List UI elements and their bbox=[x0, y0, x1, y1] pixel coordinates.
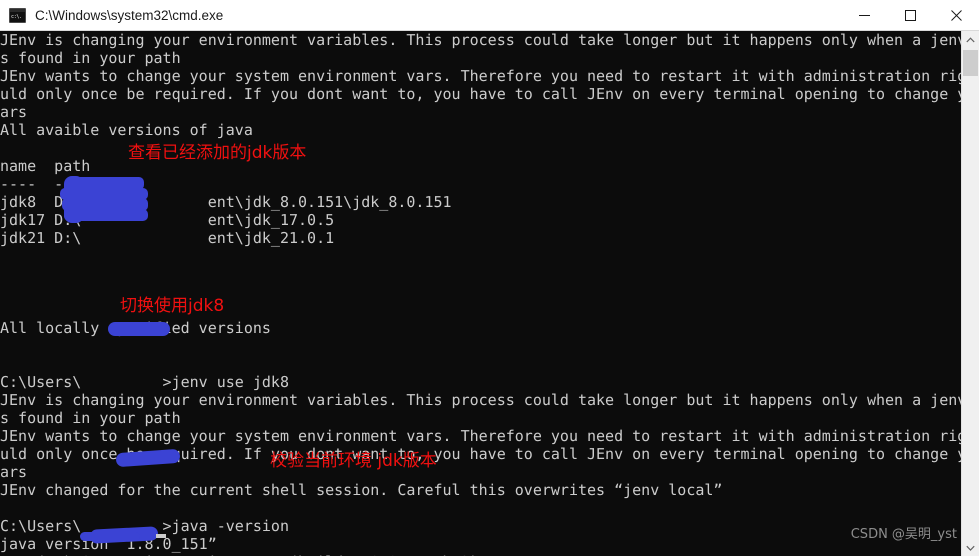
chevron-up-icon[interactable] bbox=[962, 31, 979, 48]
maximize-button[interactable] bbox=[887, 0, 933, 30]
console-cursor bbox=[156, 534, 166, 538]
annotation-view-added-jdk-versions: 查看已经添加的jdk版本 bbox=[128, 143, 307, 163]
csdn-watermark: CSDN @吴明_yst bbox=[850, 527, 957, 542]
chevron-down-icon[interactable] bbox=[962, 539, 979, 556]
annotation-verify-current-jdk-version: 校验当前环境 jdk版本 bbox=[270, 451, 437, 471]
vertical-scrollbar[interactable] bbox=[961, 31, 979, 556]
cmd-window: c:\. C:\Windows\system32\cmd.exe JEnv is… bbox=[0, 0, 979, 556]
scrollbar-thumb[interactable] bbox=[963, 50, 978, 76]
cmd-console-icon: c:\. bbox=[9, 7, 26, 23]
close-button[interactable] bbox=[933, 0, 979, 30]
console-output-area[interactable]: JEnv is changing your environment variab… bbox=[0, 31, 961, 556]
console-text: JEnv is changing your environment variab… bbox=[0, 31, 961, 556]
minimize-button[interactable] bbox=[841, 0, 887, 30]
icon-screen-glyph: c:\. bbox=[10, 11, 25, 22]
annotation-switch-to-jdk8: 切换使用jdk8 bbox=[120, 296, 225, 316]
window-title: C:\Windows\system32\cmd.exe bbox=[35, 7, 224, 23]
title-bar[interactable]: c:\. C:\Windows\system32\cmd.exe bbox=[0, 0, 979, 31]
